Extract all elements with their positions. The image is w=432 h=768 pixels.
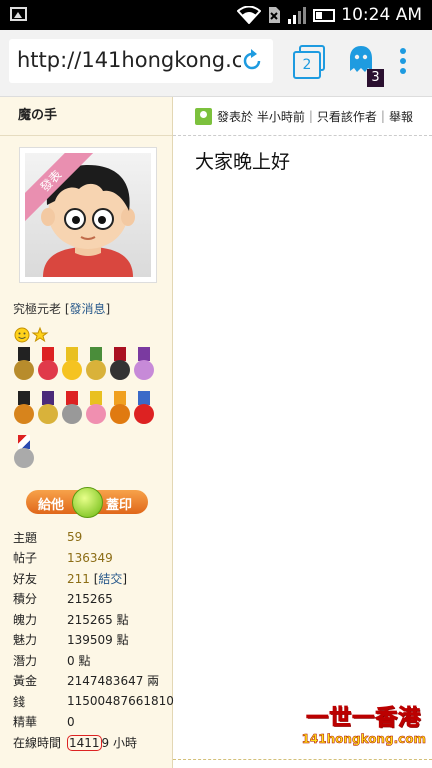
posts-count[interactable]: 136349: [67, 551, 177, 565]
online-time-circled: 1411: [67, 734, 102, 751]
status-bar-right: 10:24 AM: [237, 0, 422, 30]
medal-icon: [37, 347, 59, 383]
online-user-icon: [195, 107, 212, 125]
medal-icon: [13, 435, 35, 471]
add-friend-link[interactable]: 結交: [98, 572, 122, 586]
stat-row: 帖子 136349: [13, 548, 177, 569]
medal-row: [13, 391, 155, 427]
stat-row: 主題 59: [13, 527, 177, 548]
give-stamp-right-label: 蓋印: [106, 498, 133, 513]
smiley-star-icon: [14, 326, 49, 343]
stat-row: 潛力 0 點: [13, 653, 91, 668]
watermark-site: 141hongkong.com: [301, 732, 426, 747]
friends-count[interactable]: 211: [67, 572, 90, 586]
author-stats: 主題 59 帖子 136349 好友 211 [結交] 積分 215265 魄力 2152…: [13, 527, 177, 753]
post-area: 發表於 半小時前 | 只看該作者 | 舉報 大家晚上好: [173, 97, 432, 768]
medal-icon: [133, 391, 155, 427]
stat-row: 積分 215265: [13, 591, 113, 607]
tabs-count: 2: [293, 51, 321, 79]
author-name[interactable]: 魔の手: [0, 97, 172, 136]
status-time: 10:24 AM: [341, 5, 422, 25]
signal-icon: [288, 7, 307, 24]
site-watermark: 一世一香港 141hongkong.com: [301, 700, 426, 747]
stat-row: 錢 11500487661810: [13, 694, 174, 709]
avatar[interactable]: 發表: [19, 147, 157, 283]
post-meta-bar: 發表於 半小時前 | 只看該作者 | 舉報: [173, 97, 432, 136]
no-sim-icon: [269, 7, 281, 23]
battery-icon: [313, 8, 336, 22]
medals-area: [13, 325, 155, 479]
medal-icon: [85, 347, 107, 383]
report-link[interactable]: 舉報: [389, 108, 413, 125]
avatar-image: 發表: [25, 153, 151, 277]
watermark-title: 一世一香港: [306, 706, 422, 732]
tabs-button[interactable]: 2: [293, 45, 327, 79]
stat-row: 精華 0: [13, 714, 75, 730]
url-text[interactable]: http://141hongkong.com: [17, 48, 241, 72]
medal-icon: [109, 391, 131, 427]
posted-time: 發表於 半小時前: [217, 109, 305, 124]
ghostery-badge: 3: [367, 69, 384, 87]
send-message-link[interactable]: 發消息: [70, 302, 106, 316]
address-bar[interactable]: http://141hongkong.com: [9, 39, 273, 83]
threads-count[interactable]: 59: [67, 530, 177, 544]
forum-post-page: 魔の手 發表 究極元老 [發消息] 給他 蓋印 主題 59 帖子 136349 …: [0, 97, 432, 768]
ghostery-button[interactable]: 3: [344, 44, 384, 88]
image-notification-icon: [10, 7, 27, 21]
post-content: 大家晚上好: [195, 151, 291, 173]
medal-icon: [13, 347, 35, 383]
medal-icon: [13, 391, 35, 427]
wifi-icon: [237, 6, 262, 24]
medal-icon: [61, 347, 83, 383]
green-ball-icon: [72, 487, 103, 518]
stat-row: 魅力 139509 點: [13, 633, 129, 648]
divider: [173, 759, 432, 760]
stat-row: 黃金 2147483647 兩: [13, 674, 160, 689]
medal-row: [13, 347, 155, 383]
give-stamp-left-label: 給他: [38, 498, 65, 513]
medal-row: [13, 435, 155, 471]
medal-icon: [37, 391, 59, 427]
overflow-menu-icon[interactable]: [396, 48, 410, 78]
author-only-link[interactable]: 只看該作者: [317, 108, 377, 125]
browser-toolbar: http://141hongkong.com 2 3: [0, 30, 432, 97]
reload-icon[interactable]: [239, 48, 265, 74]
status-bar: 10:24 AM: [0, 0, 432, 30]
medal-icon: [133, 347, 155, 383]
medal-icon: [85, 391, 107, 427]
stat-row: 魄力 215265 點: [13, 612, 129, 627]
cartoon-boy-illustration: [41, 165, 135, 277]
author-sidebar: 魔の手 發表 究極元老 [發消息] 給他 蓋印 主題 59 帖子 136349 …: [0, 97, 174, 768]
rank-line: 究極元老 [發消息]: [13, 302, 111, 316]
give-stamp-button[interactable]: 給他 蓋印: [26, 487, 148, 518]
rank-title: 究極元老: [13, 302, 62, 316]
medal-icon: [61, 391, 83, 427]
medal-icon: [109, 347, 131, 383]
stat-row: 好友 211 [結交]: [13, 571, 128, 586]
stat-row: 在線時間 1411 9 小時: [13, 734, 137, 751]
